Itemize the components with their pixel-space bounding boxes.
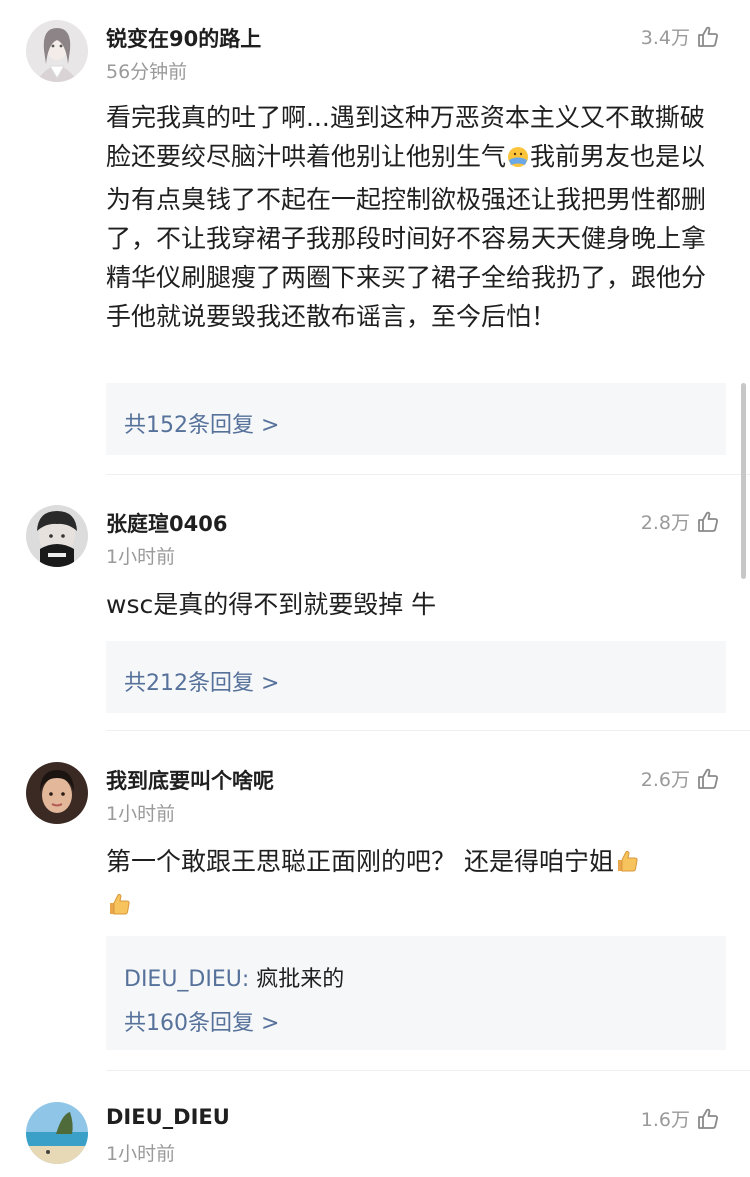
- like-count: 2.6万: [640, 769, 690, 791]
- timestamp: 1小时前: [106, 546, 176, 568]
- thumbs-up-emoji: [614, 846, 640, 885]
- reply-author[interactable]: DIEU_DIEU:: [124, 967, 249, 992]
- like-count: 2.8万: [640, 512, 690, 534]
- comment-text: 看完我真的吐了啊...遇到这种万恶资本主义又不敢撕破脸还要绞尽脑汁哄着他别让他别…: [106, 103, 707, 331]
- avatar[interactable]: [26, 20, 88, 82]
- thumbs-up-outline-icon[interactable]: [696, 25, 720, 49]
- comment-text: 第一个敢跟王思聪正面刚的吧？ 还是得咱宁姐: [106, 842, 726, 928]
- reply-text: 疯批来的: [249, 967, 345, 992]
- username[interactable]: DIEU_DIEU: [106, 1105, 230, 1129]
- reply-count-link[interactable]: 共160条回复 >: [124, 1005, 279, 1037]
- reply-count-link[interactable]: 共212条回复 >: [124, 665, 279, 697]
- timestamp: 1小时前: [106, 803, 176, 825]
- reply-box[interactable]: 共152条回复 >: [106, 383, 726, 455]
- timestamp: 1小时前: [106, 1143, 176, 1165]
- like-button[interactable]: 2.8万: [641, 508, 720, 535]
- thumbs-up-outline-icon[interactable]: [696, 510, 720, 534]
- like-button[interactable]: 2.6万: [641, 765, 720, 792]
- reply-box[interactable]: DIEU_DIEU: 疯批来的 共160条回复 >: [106, 936, 726, 1050]
- username[interactable]: 我到底要叫个啥呢: [106, 765, 274, 795]
- avatar[interactable]: [26, 762, 88, 824]
- scrollbar[interactable]: [741, 383, 746, 579]
- thumbs-up-emoji: [106, 889, 132, 928]
- username[interactable]: 锐变在90的路上: [106, 23, 261, 53]
- like-count: 3.4万: [640, 27, 690, 49]
- like-button[interactable]: 1.6万: [641, 1105, 720, 1132]
- avatar[interactable]: [26, 505, 88, 567]
- like-count: 1.6万: [640, 1109, 690, 1131]
- reply-box[interactable]: 共212条回复 >: [106, 641, 726, 713]
- avatar[interactable]: [26, 1102, 88, 1164]
- divider: [106, 730, 750, 731]
- username[interactable]: 张庭瑄0406: [106, 508, 227, 538]
- reply-count-link[interactable]: 共152条回复 >: [124, 407, 279, 439]
- like-button[interactable]: 3.4万: [641, 23, 720, 50]
- thumbs-up-outline-icon[interactable]: [696, 767, 720, 791]
- divider: [106, 474, 750, 475]
- thumbs-up-outline-icon[interactable]: [696, 1107, 720, 1131]
- divider: [106, 1070, 750, 1071]
- comment-text: wsc是真的得不到就要毁掉 牛: [106, 590, 437, 619]
- face-cover-emoji: [506, 141, 530, 180]
- reply-preview[interactable]: DIEU_DIEU: 疯批来的: [124, 961, 344, 993]
- timestamp: 56分钟前: [106, 61, 188, 83]
